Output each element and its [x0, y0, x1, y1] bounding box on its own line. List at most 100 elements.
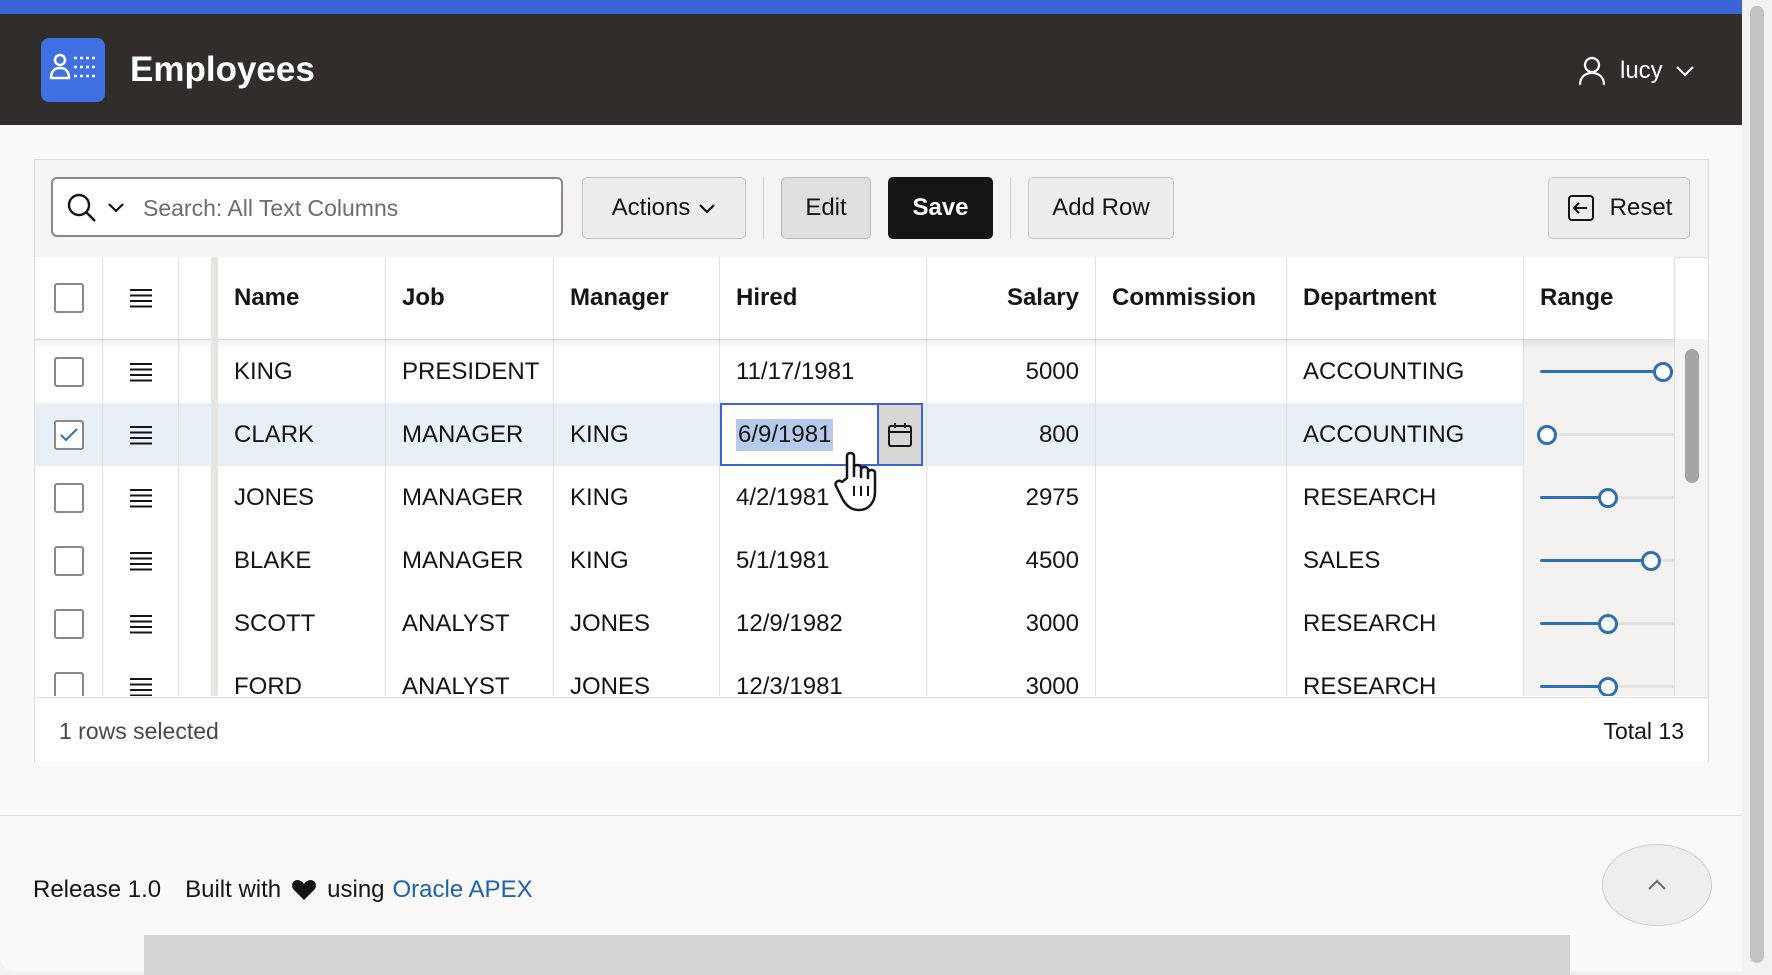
cell-salary[interactable]: 800: [927, 403, 1096, 466]
cell-commission[interactable]: [1096, 466, 1287, 529]
column-header-name[interactable]: Name: [218, 257, 386, 339]
cell-job[interactable]: ANALYST: [386, 592, 554, 655]
cell-department[interactable]: RESEARCH: [1287, 655, 1524, 696]
scroll-to-top-button[interactable]: [1602, 844, 1712, 926]
cell-hired[interactable]: 11/17/1981: [720, 340, 927, 403]
cell-job[interactable]: ANALYST: [386, 655, 554, 696]
table-row[interactable]: SCOTT ANALYST JONES 12/9/1982 3000 RESEARCH: [35, 592, 1688, 656]
row-menu-icon[interactable]: [129, 425, 153, 445]
cell-department[interactable]: ACCOUNTING: [1287, 403, 1524, 466]
row-menu-icon[interactable]: [129, 677, 153, 697]
slider-thumb[interactable]: [1652, 362, 1673, 382]
cell-hired[interactable]: 5/1/1981: [720, 529, 927, 592]
edit-button[interactable]: Edit: [781, 177, 871, 239]
range-slider[interactable]: [1540, 529, 1688, 592]
search-input[interactable]: [141, 189, 545, 227]
reset-button[interactable]: Reset: [1548, 177, 1690, 239]
row-checkbox[interactable]: [53, 608, 84, 639]
cell-hired[interactable]: 12/9/1982: [720, 592, 927, 655]
table-row[interactable]: BLAKE MANAGER KING 5/1/1981 4500 SALES: [35, 529, 1688, 593]
cell-manager[interactable]: KING: [554, 529, 720, 592]
cell-job[interactable]: MANAGER: [386, 466, 554, 529]
search-box[interactable]: [51, 177, 563, 237]
row-menu-icon[interactable]: [129, 551, 153, 571]
actions-button[interactable]: Actions: [582, 177, 746, 239]
slider-thumb[interactable]: [1598, 677, 1619, 696]
hired-date-input[interactable]: 6/9/1981: [736, 418, 834, 451]
row-actions-cell[interactable]: [103, 340, 179, 403]
cell-salary[interactable]: 3000: [927, 592, 1096, 655]
chevron-down-icon[interactable]: [107, 202, 125, 213]
oracle-apex-link[interactable]: Oracle APEX: [393, 876, 533, 904]
row-actions-cell[interactable]: [103, 466, 179, 529]
column-header-commission[interactable]: Commission: [1096, 257, 1287, 339]
column-header-hired[interactable]: Hired: [720, 257, 927, 339]
row-actions-cell[interactable]: [103, 529, 179, 592]
row-menu-icon[interactable]: [129, 362, 153, 382]
row-checkbox[interactable]: [53, 545, 84, 576]
user-menu[interactable]: lucy: [1578, 54, 1695, 88]
row-checkbox[interactable]: [53, 356, 84, 387]
add-row-button[interactable]: Add Row: [1028, 177, 1174, 239]
cell-commission[interactable]: [1096, 340, 1287, 403]
select-all-checkbox[interactable]: [53, 283, 84, 313]
cell-salary[interactable]: 3000: [927, 655, 1096, 696]
cell-manager[interactable]: JONES: [554, 655, 720, 696]
range-slider[interactable]: [1540, 466, 1688, 529]
column-header-range[interactable]: Range: [1524, 257, 1675, 339]
cell-salary[interactable]: 5000: [927, 340, 1096, 403]
slider-thumb[interactable]: [1598, 488, 1619, 508]
frozen-column-divider[interactable]: [211, 257, 218, 696]
column-header-manager[interactable]: Manager: [554, 257, 720, 339]
slider-thumb[interactable]: [1537, 425, 1558, 445]
window-scrollbar-thumb[interactable]: [1750, 6, 1764, 963]
cell-department[interactable]: RESEARCH: [1287, 592, 1524, 655]
cell-name[interactable]: CLARK: [218, 403, 386, 466]
app-logo-icon[interactable]: [41, 38, 105, 102]
slider-thumb[interactable]: [1598, 614, 1619, 634]
column-header-department[interactable]: Department: [1287, 257, 1524, 339]
cell-name[interactable]: SCOTT: [218, 592, 386, 655]
cell-manager[interactable]: KING: [554, 466, 720, 529]
cell-manager[interactable]: [554, 340, 720, 403]
cell-commission[interactable]: [1096, 403, 1287, 466]
column-header-salary[interactable]: Salary: [927, 257, 1096, 339]
cell-department[interactable]: RESEARCH: [1287, 466, 1524, 529]
column-header-job[interactable]: Job: [386, 257, 554, 339]
row-menu-icon[interactable]: [129, 488, 153, 508]
cell-manager[interactable]: JONES: [554, 592, 720, 655]
cell-name[interactable]: FORD: [218, 655, 386, 696]
cell-commission[interactable]: [1096, 592, 1287, 655]
cell-commission[interactable]: [1096, 529, 1287, 592]
cell-name[interactable]: BLAKE: [218, 529, 386, 592]
cell-hired[interactable]: 12/3/1981: [720, 655, 927, 696]
cell-salary[interactable]: 4500: [927, 529, 1096, 592]
grid-scrollbar[interactable]: [1675, 339, 1708, 696]
row-actions-cell[interactable]: [103, 403, 179, 466]
row-actions-cell[interactable]: [103, 592, 179, 655]
menu-icon[interactable]: [129, 288, 153, 308]
row-checkbox[interactable]: [53, 419, 84, 450]
cell-department[interactable]: SALES: [1287, 529, 1524, 592]
cell-manager[interactable]: KING: [554, 403, 720, 466]
range-slider[interactable]: [1540, 592, 1688, 655]
row-actions-cell[interactable]: [103, 655, 179, 696]
search-icon[interactable]: [67, 193, 97, 223]
cell-job[interactable]: PRESIDENT: [386, 340, 554, 403]
row-checkbox[interactable]: [53, 671, 84, 696]
cell-salary[interactable]: 2975: [927, 466, 1096, 529]
cell-name[interactable]: JONES: [218, 466, 386, 529]
window-scrollbar[interactable]: [1742, 0, 1772, 971]
row-checkbox[interactable]: [53, 482, 84, 513]
cell-name[interactable]: KING: [218, 340, 386, 403]
range-slider[interactable]: [1540, 655, 1688, 696]
slider-thumb[interactable]: [1641, 551, 1661, 571]
cell-hired[interactable]: 4/2/1981: [720, 466, 927, 529]
cell-hired[interactable]: 6/9/1981: [720, 403, 927, 466]
cell-job[interactable]: MANAGER: [386, 529, 554, 592]
table-row[interactable]: KING PRESIDENT 11/17/1981 5000 ACCOUNTING: [35, 340, 1688, 404]
row-menu-icon[interactable]: [129, 614, 153, 634]
range-slider[interactable]: [1537, 403, 1688, 466]
cell-job[interactable]: MANAGER: [386, 403, 554, 466]
cell-commission[interactable]: [1096, 655, 1287, 696]
